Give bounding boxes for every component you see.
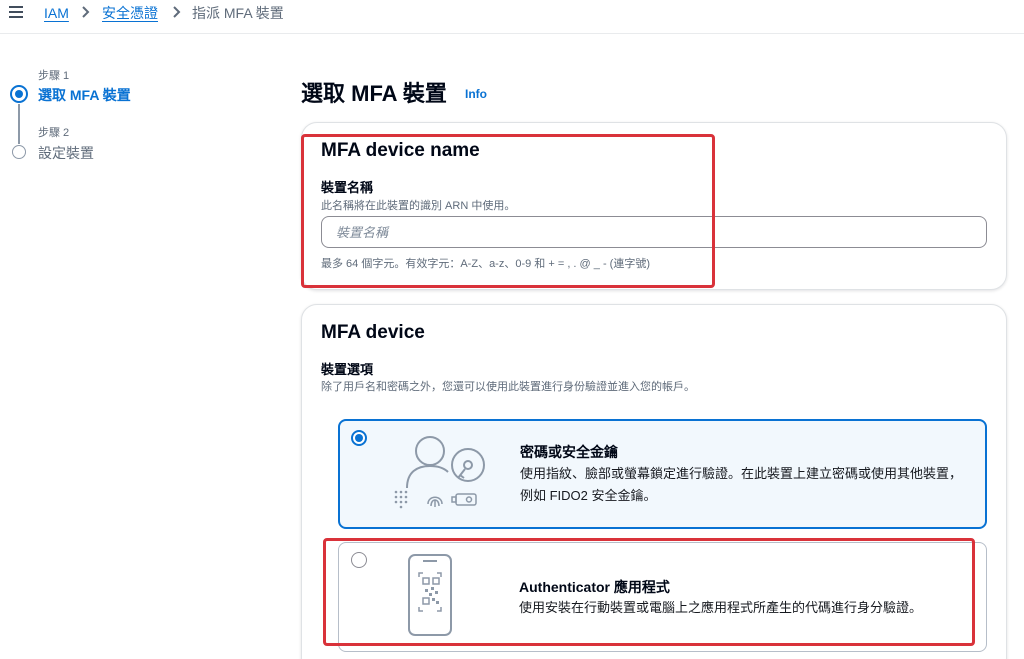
top-navigation-bar: IAM 安全憑證 指派 MFA 裝置 <box>0 0 1024 34</box>
device-name-input[interactable] <box>321 216 987 248</box>
option-authenticator-app-description: 使用安裝在行動裝置或電腦上之應用程式所產生的代碼進行身分驗證。 <box>519 600 923 615</box>
step-1-title[interactable]: 選取 MFA 裝置 <box>38 85 131 105</box>
breadcrumb-security-credentials[interactable]: 安全憑證 <box>102 4 158 22</box>
menu-icon[interactable] <box>9 6 25 20</box>
step-active-indicator-icon <box>10 85 28 103</box>
mfa-device-heading: MFA device <box>321 322 425 343</box>
step-idle-indicator-icon <box>12 145 26 159</box>
breadcrumb-iam[interactable]: IAM <box>44 4 69 22</box>
breadcrumb-current: 指派 MFA 裝置 <box>192 5 284 21</box>
info-link[interactable]: Info <box>465 87 487 101</box>
device-name-description: 此名稱將在此裝置的識別 ARN 中使用。 <box>321 200 516 212</box>
device-name-constraint: 最多 64 個字元。有效字元：A-Z、a-z、0-9 和 + = , . @ _… <box>321 258 650 270</box>
step-2-number: 步驟 2 <box>38 127 70 139</box>
chevron-right-icon <box>173 6 181 18</box>
step-1-number: 步驟 1 <box>38 70 70 82</box>
option-passkey-description: 使用指紋、臉部或螢幕鎖定進行驗證。在此裝置上建立密碼或使用其他裝置，例如 FID… <box>520 466 963 503</box>
page-title: 選取 MFA 裝置 <box>301 81 447 106</box>
chevron-right-icon <box>82 6 90 18</box>
radio-authenticator-app[interactable] <box>351 552 367 568</box>
step-connector <box>18 104 20 144</box>
option-passkey-title: 密碼或安全金鑰 <box>520 444 618 460</box>
radio-passkey[interactable] <box>351 430 367 446</box>
device-name-label: 裝置名稱 <box>321 180 374 195</box>
step-2-title: 設定裝置 <box>38 145 94 161</box>
device-options-description: 除了用戶名和密碼之外，您還可以使用此裝置進行身份驗證並進入您的帳戶。 <box>321 381 695 393</box>
mfa-device-name-heading: MFA device name <box>321 140 480 161</box>
option-authenticator-app-title: Authenticator 應用程式 <box>519 579 670 595</box>
device-options-label: 裝置選項 <box>321 362 374 377</box>
passkey-icon <box>394 436 485 509</box>
authenticator-app-icon <box>408 554 452 636</box>
